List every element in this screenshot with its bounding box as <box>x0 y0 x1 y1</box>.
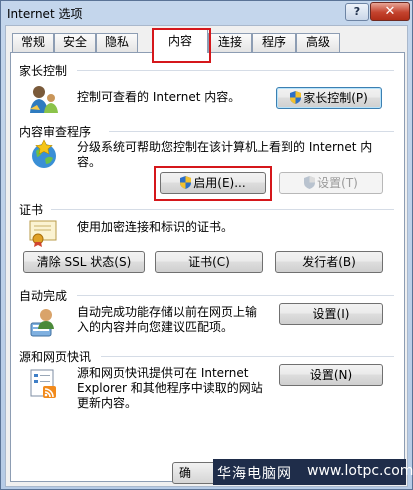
tab-general[interactable]: 常规 <box>12 33 54 52</box>
ok-button[interactable]: 确 <box>172 462 217 484</box>
window-title: Internet 选项 <box>7 7 83 21</box>
advisor-settings-button[interactable]: 设置(T) <box>279 172 383 194</box>
advisor-description-line1: 分级系统可帮助您控制在该计算机上看到的 Internet 内 <box>77 140 373 154</box>
internet-options-window: Internet 选项 ? ✕ 常规 安全 隐私 内容 连接 程序 高级 家长控… <box>0 0 413 490</box>
feeds-icon <box>29 368 59 403</box>
parental-controls-label: 家长控制(P) <box>303 91 368 105</box>
feeds-group-title: 源和网页快讯 <box>19 350 92 364</box>
tab-strip: 常规 安全 隐私 内容 连接 程序 高级 <box>10 28 405 63</box>
autocomplete-description-line2: 入的内容并向您建议匹配项。 <box>77 320 234 334</box>
feeds-separator <box>101 356 394 357</box>
parental-description: 控制可查看的 Internet 内容。 <box>77 90 241 104</box>
publishers-button[interactable]: 发行者(B) <box>275 251 383 273</box>
parental-separator <box>77 70 394 71</box>
autocomplete-group-title: 自动完成 <box>19 289 68 303</box>
certificates-separator <box>51 209 394 210</box>
parental-group-title: 家长控制 <box>19 64 68 78</box>
tab-security[interactable]: 安全 <box>54 33 96 52</box>
help-button[interactable]: ? <box>345 3 369 21</box>
close-button[interactable]: ✕ <box>370 2 410 21</box>
autocomplete-icon <box>29 307 59 342</box>
watermark-url: www.lotpc.com <box>307 463 413 479</box>
content-advisor-icon <box>28 139 60 174</box>
autocomplete-settings-button[interactable]: 设置(I) <box>279 303 383 325</box>
clear-ssl-state-button[interactable]: 清除 SSL 状态(S) <box>23 251 145 273</box>
certificates-description: 使用加密连接和标识的证书。 <box>77 220 234 234</box>
advisor-description-line2: 容。 <box>77 155 102 169</box>
parental-controls-button[interactable]: 家长控制(P) <box>276 87 382 109</box>
autocomplete-separator <box>77 295 394 296</box>
advisor-group-title: 内容审查程序 <box>19 125 92 139</box>
advisor-separator <box>109 131 394 132</box>
certificates-button[interactable]: 证书(C) <box>155 251 263 273</box>
certificates-group-title: 证书 <box>19 203 44 217</box>
tab-advanced[interactable]: 高级 <box>296 33 340 52</box>
content-tab-page: 家长控制 控制可查看的 Internet 内容。 家长控制(P) 内容审查程序 <box>10 52 405 482</box>
feeds-settings-button[interactable]: 设置(N) <box>279 364 383 386</box>
certificate-icon <box>29 219 59 250</box>
feeds-description-line3: 更新内容。 <box>77 396 138 410</box>
enable-button-highlight <box>154 166 272 201</box>
watermark-brand: 华海电脑网 <box>217 466 292 482</box>
feeds-description-line1: 源和网页快讯提供可在 Internet <box>77 366 249 380</box>
watermark: 华海电脑网 www.lotpc.com <box>213 459 413 485</box>
advisor-settings-label: 设置(T) <box>317 176 358 190</box>
autocomplete-description-line1: 自动完成功能存储以前在网页上输 <box>77 305 258 319</box>
title-bar[interactable]: Internet 选项 ? ✕ <box>1 1 412 25</box>
uac-shield-icon <box>290 91 302 104</box>
parental-control-icon <box>28 83 60 118</box>
tab-connections[interactable]: 连接 <box>208 33 252 52</box>
uac-shield-icon <box>304 176 316 189</box>
content-tab-highlight <box>152 28 211 63</box>
feeds-description-line2: Explorer 和其他程序中读取的网站 <box>77 381 263 395</box>
dialog-client: 常规 安全 隐私 内容 连接 程序 高级 家长控制 控制可查看的 Interne… <box>5 25 413 487</box>
tab-privacy[interactable]: 隐私 <box>96 33 138 52</box>
tab-programs[interactable]: 程序 <box>252 33 296 52</box>
